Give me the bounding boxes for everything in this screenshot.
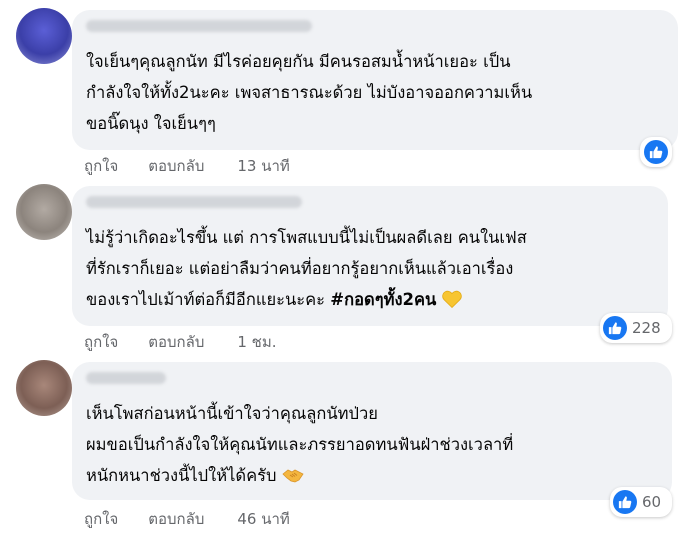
comment-line: กำลังใจให้ทั้ง2นะคะ เพจสาธารณะด้วย ไม่บั… (86, 83, 533, 102)
comment-line-with-emoji: หนักหนาช่วงนี้ไปให้ได้ครับ (86, 460, 658, 494)
avatar[interactable] (16, 184, 72, 240)
comment-text: ไม่รู้ว่าเกิดอะไรขึ้น แต่ การโพสแบบนี้ไม… (86, 222, 654, 318)
comment-bubble: ใจเย็นๆคุณลูกนัท มีไรค่อยคุยกัน มีคนรอสม… (72, 10, 678, 150)
comment-line: หนักหนาช่วงนี้ไปให้ได้ครับ (86, 466, 277, 485)
avatar[interactable] (16, 8, 72, 64)
author-name-blurred[interactable] (86, 20, 312, 32)
hashtag-link[interactable]: #กอดๆทั้ง2คน (330, 290, 436, 309)
reaction-count: 228 (632, 319, 661, 337)
like-link[interactable]: ถูกใจ (84, 507, 118, 531)
like-thumbs-up-icon (613, 490, 637, 514)
like-link[interactable]: ถูกใจ (84, 330, 118, 354)
comment-line: เห็นโพสก่อนหน้านี้เข้าใจว่าคุณลูกนัทป่วย (86, 404, 378, 423)
comment-line: ไม่รู้ว่าเกิดอะไรขึ้น แต่ การโพสแบบนี้ไม… (86, 228, 527, 247)
avatar[interactable] (16, 360, 72, 416)
reply-link[interactable]: ตอบกลับ (148, 330, 204, 354)
like-thumbs-up-icon (644, 140, 668, 164)
reply-link[interactable]: ตอบกลับ (148, 154, 204, 178)
yellow-heart-icon (442, 287, 463, 318)
comment-line: ขอนิ๊ดนุง ใจเย็นๆๆ (86, 114, 216, 133)
comment-line: ที่รักเราก็เยอะ แต่อย่าลืมว่าคนที่อยากรู… (86, 259, 514, 278)
handshake-icon (282, 463, 305, 494)
timestamp[interactable]: 1 ชม. (237, 330, 276, 354)
comment-text: ใจเย็นๆคุณลูกนัท มีไรค่อยคุยกัน มีคนรอสม… (86, 46, 664, 139)
timestamp[interactable]: 13 นาที (237, 154, 289, 178)
comment-bubble: ไม่รู้ว่าเกิดอะไรขึ้น แต่ การโพสแบบนี้ไม… (72, 186, 668, 326)
comment-line-with-hashtag: ของเราไปเม้าท์ต่อก็มีอีกแยะนะคะ #กอดๆทั้… (86, 284, 654, 318)
comment-actions: ถูกใจ ตอบกลับ 46 นาที (84, 507, 290, 531)
comment-line: ของเราไปเม้าท์ต่อก็มีอีกแยะนะคะ (86, 290, 326, 309)
reaction-summary[interactable]: 228 (600, 313, 672, 343)
reaction-summary[interactable] (640, 137, 672, 167)
comment-line: ผมขอเป็นกำลังใจให้คุณนัทและภรรยาอดทนฟันฝ… (86, 435, 514, 454)
timestamp[interactable]: 46 นาที (237, 507, 289, 531)
like-link[interactable]: ถูกใจ (84, 154, 118, 178)
reaction-summary[interactable]: 60 (610, 487, 672, 517)
comment-bubble: เห็นโพสก่อนหน้านี้เข้าใจว่าคุณลูกนัทป่วย… (72, 362, 672, 500)
like-thumbs-up-icon (603, 316, 627, 340)
reply-link[interactable]: ตอบกลับ (148, 507, 204, 531)
author-name-blurred[interactable] (86, 372, 166, 384)
comment-actions: ถูกใจ ตอบกลับ 1 ชม. (84, 330, 277, 354)
comment-text: เห็นโพสก่อนหน้านี้เข้าใจว่าคุณลูกนัทป่วย… (86, 398, 658, 494)
reaction-count: 60 (642, 493, 662, 511)
comment-line: ใจเย็นๆคุณลูกนัท มีไรค่อยคุยกัน มีคนรอสม… (86, 52, 511, 71)
comment-actions: ถูกใจ ตอบกลับ 13 นาที (84, 154, 290, 178)
author-name-blurred[interactable] (86, 196, 302, 208)
